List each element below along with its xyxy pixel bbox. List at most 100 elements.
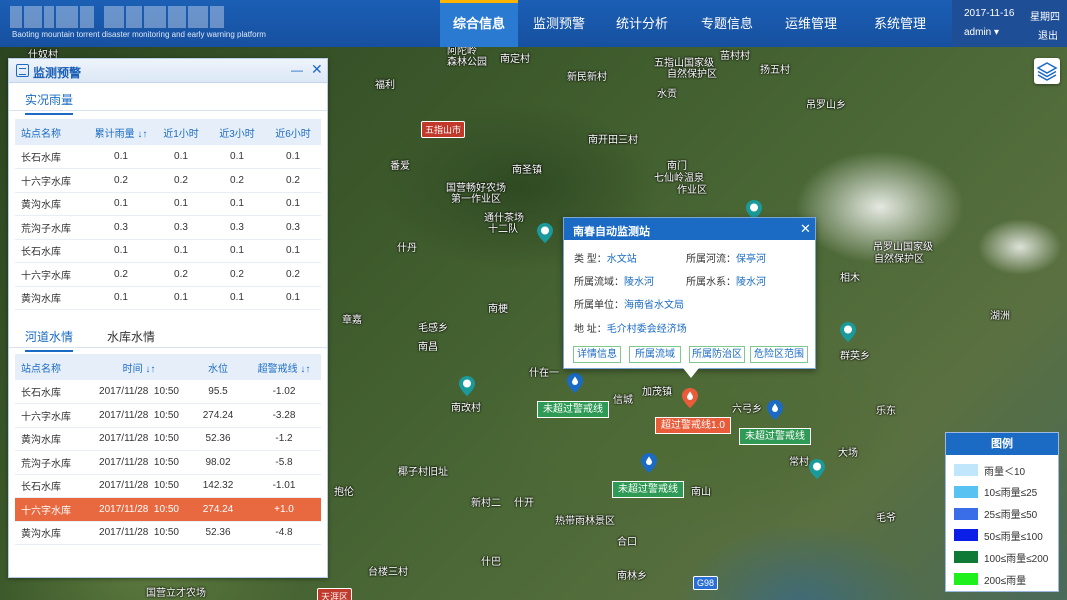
table-row[interactable]: 长石水库 0.1 0.1 0.1 0.1 bbox=[15, 145, 321, 169]
water-level-marker-icon[interactable] bbox=[767, 400, 783, 420]
table-row[interactable]: 长石水库 2017/11/28 10:50 142.32 -1.01 bbox=[15, 474, 321, 498]
map-label: 自然保护区 bbox=[667, 69, 717, 80]
table-cell: 2017/11/28 10:50 bbox=[89, 403, 189, 428]
water-level-marker-icon[interactable] bbox=[641, 453, 657, 473]
nav-monitoring[interactable]: 监测预警 bbox=[518, 0, 600, 47]
table-cell: 黄沟水库 bbox=[15, 427, 89, 451]
table-cell: -3.28 bbox=[247, 403, 321, 428]
table-cell: 0.1 bbox=[265, 239, 321, 263]
col-header-sortable[interactable]: 时间 ↓↑ bbox=[89, 354, 189, 380]
status-flag[interactable]: 未超过警戒线 bbox=[612, 481, 684, 498]
table-cell: 0.1 bbox=[209, 286, 265, 310]
basin-button[interactable]: 所属流域 bbox=[629, 346, 681, 363]
table-row[interactable]: 长石水库 0.1 0.1 0.1 0.1 bbox=[15, 239, 321, 263]
map-label: 常村 bbox=[789, 457, 809, 468]
table-cell: 2017/11/28 10:50 bbox=[89, 521, 189, 545]
table-row[interactable]: 长石水库 2017/11/28 10:50 95.5 -1.02 bbox=[15, 380, 321, 404]
rainfall-table: 站点名称 累计雨量 ↓↑ 近1小时 近3小时 近6小时 长石水库 0.1 0.1 0.… bbox=[15, 119, 321, 310]
nav-thematic[interactable]: 专题信息 bbox=[684, 0, 770, 47]
col-header-sortable[interactable]: 累计雨量 ↓↑ bbox=[89, 119, 153, 145]
map-label: 福利 bbox=[375, 80, 395, 91]
station-marker-icon[interactable] bbox=[840, 322, 856, 342]
panel-header: 监测预警 — ✕ bbox=[9, 59, 327, 83]
rain-tabs: 实况雨量 bbox=[9, 83, 327, 115]
water-tabs: 河道水情 水库水情 bbox=[9, 320, 327, 352]
map-label: 合口 bbox=[617, 537, 637, 548]
table-cell: 十六字水库 bbox=[15, 403, 89, 428]
map-label: 扬五村 bbox=[760, 65, 790, 76]
map-label: 南林乡 bbox=[617, 571, 647, 582]
logout-link[interactable]: 退出 bbox=[1038, 27, 1058, 42]
date-text: 2017/11/28 bbox=[99, 480, 149, 492]
tab-river-water[interactable]: 河道水情 bbox=[25, 328, 74, 352]
time-text: 10:50 bbox=[153, 527, 179, 539]
date-text: 2017/11/28 bbox=[99, 456, 149, 468]
legend-swatch bbox=[954, 529, 978, 542]
danger-zone-button[interactable]: 危险区范围 bbox=[750, 346, 808, 363]
table-row[interactable]: 十六字水库 0.2 0.2 0.2 0.2 bbox=[15, 168, 321, 193]
table-cell: 274.24 bbox=[189, 403, 247, 428]
station-marker-icon[interactable] bbox=[537, 223, 553, 243]
table-cell: 荒沟子水库 bbox=[15, 215, 89, 240]
map-label: 什开 bbox=[514, 498, 534, 509]
date-text: 2017/11/28 bbox=[99, 409, 149, 421]
table-row[interactable]: 十六字水库 2017/11/28 10:50 274.24 -3.28 bbox=[15, 403, 321, 428]
time-text: 10:50 bbox=[153, 386, 179, 397]
status-flag[interactable]: 未超过警戒线 bbox=[739, 428, 811, 445]
col-header: 近1小时 bbox=[153, 119, 209, 145]
legend-label: 50≤雨量≤100 bbox=[984, 531, 1043, 543]
table-row[interactable]: 荒沟子水库 2017/11/28 10:50 98.02 -5.8 bbox=[15, 450, 321, 475]
col-header: 近3小时 bbox=[209, 119, 265, 145]
map-label: 湖洲 bbox=[990, 311, 1010, 322]
nav-system[interactable]: 系统管理 bbox=[852, 0, 948, 47]
details-button[interactable]: 详情信息 bbox=[573, 346, 621, 363]
table-cell: +1.0 bbox=[247, 497, 321, 522]
col-header: 站点名称 bbox=[15, 354, 89, 380]
table-row[interactable]: 十六字水库 2017/11/28 10:50 274.24 +1.0 bbox=[15, 497, 321, 522]
map-label: 南昌 bbox=[418, 342, 438, 353]
user-menu[interactable]: admin ▾ bbox=[964, 27, 999, 38]
table-cell: -1.2 bbox=[247, 427, 321, 451]
table-cell: 0.1 bbox=[265, 145, 321, 169]
legend-label: 10≤雨量≤25 bbox=[984, 488, 1038, 500]
table-row[interactable]: 黄沟水库 2017/11/28 10:50 52.36 -1.2 bbox=[15, 427, 321, 451]
table-cell: 0.2 bbox=[209, 168, 265, 193]
nav-statistics[interactable]: 统计分析 bbox=[600, 0, 684, 47]
table-row[interactable]: 黄沟水库 0.1 0.1 0.1 0.1 bbox=[15, 192, 321, 216]
map-label: 第一作业区 bbox=[451, 194, 501, 205]
tab-live-rainfall[interactable]: 实况雨量 bbox=[25, 91, 74, 115]
minimize-icon[interactable]: — bbox=[291, 63, 303, 77]
table-cell: 黄沟水库 bbox=[15, 192, 89, 216]
station-marker-icon[interactable] bbox=[809, 459, 825, 479]
map-label: 什在一 bbox=[529, 368, 559, 379]
table-cell: 0.1 bbox=[89, 239, 153, 263]
table-row[interactable]: 黄沟水库 2017/11/28 10:50 52.36 -4.8 bbox=[15, 521, 321, 545]
nav-operations[interactable]: 运维管理 bbox=[770, 0, 852, 47]
table-cell: 0.1 bbox=[209, 192, 265, 216]
table-row[interactable]: 十六字水库 0.2 0.2 0.2 0.2 bbox=[15, 262, 321, 287]
map-label: 毛感乡 bbox=[418, 323, 448, 334]
station-marker-icon[interactable] bbox=[459, 376, 475, 396]
table-row[interactable]: 荒沟子水库 0.3 0.3 0.3 0.3 bbox=[15, 215, 321, 240]
layers-icon[interactable] bbox=[1034, 58, 1060, 84]
map-label: 新村二 bbox=[471, 498, 501, 509]
water-level-marker-icon[interactable] bbox=[567, 373, 583, 393]
prevention-zone-button[interactable]: 所属防治区 bbox=[689, 346, 745, 363]
table-cell: 52.36 bbox=[189, 521, 247, 545]
map-label: 作业区 bbox=[677, 185, 707, 196]
table-cell: 274.24 bbox=[189, 497, 247, 522]
status-flag[interactable]: 超过警戒线1.0 bbox=[655, 417, 731, 434]
col-header-sortable[interactable]: 超警戒线 ↓↑ bbox=[247, 354, 321, 380]
warning-marker-icon[interactable] bbox=[682, 388, 698, 408]
close-icon[interactable]: ✕ bbox=[800, 221, 811, 237]
tab-reservoir-water[interactable]: 水库水情 bbox=[107, 328, 155, 350]
table-cell: 0.1 bbox=[265, 192, 321, 216]
legend-swatch bbox=[954, 485, 978, 498]
close-icon[interactable]: ✕ bbox=[311, 61, 323, 78]
col-header: 近6小时 bbox=[265, 119, 321, 145]
legend-label: 25≤雨量≤50 bbox=[984, 510, 1038, 522]
table-cell: 2017/11/28 10:50 bbox=[89, 450, 189, 475]
nav-overview[interactable]: 综合信息 bbox=[440, 0, 518, 47]
status-flag[interactable]: 未超过警戒线 bbox=[537, 401, 609, 418]
table-row[interactable]: 黄沟水库 0.1 0.1 0.1 0.1 bbox=[15, 286, 321, 310]
